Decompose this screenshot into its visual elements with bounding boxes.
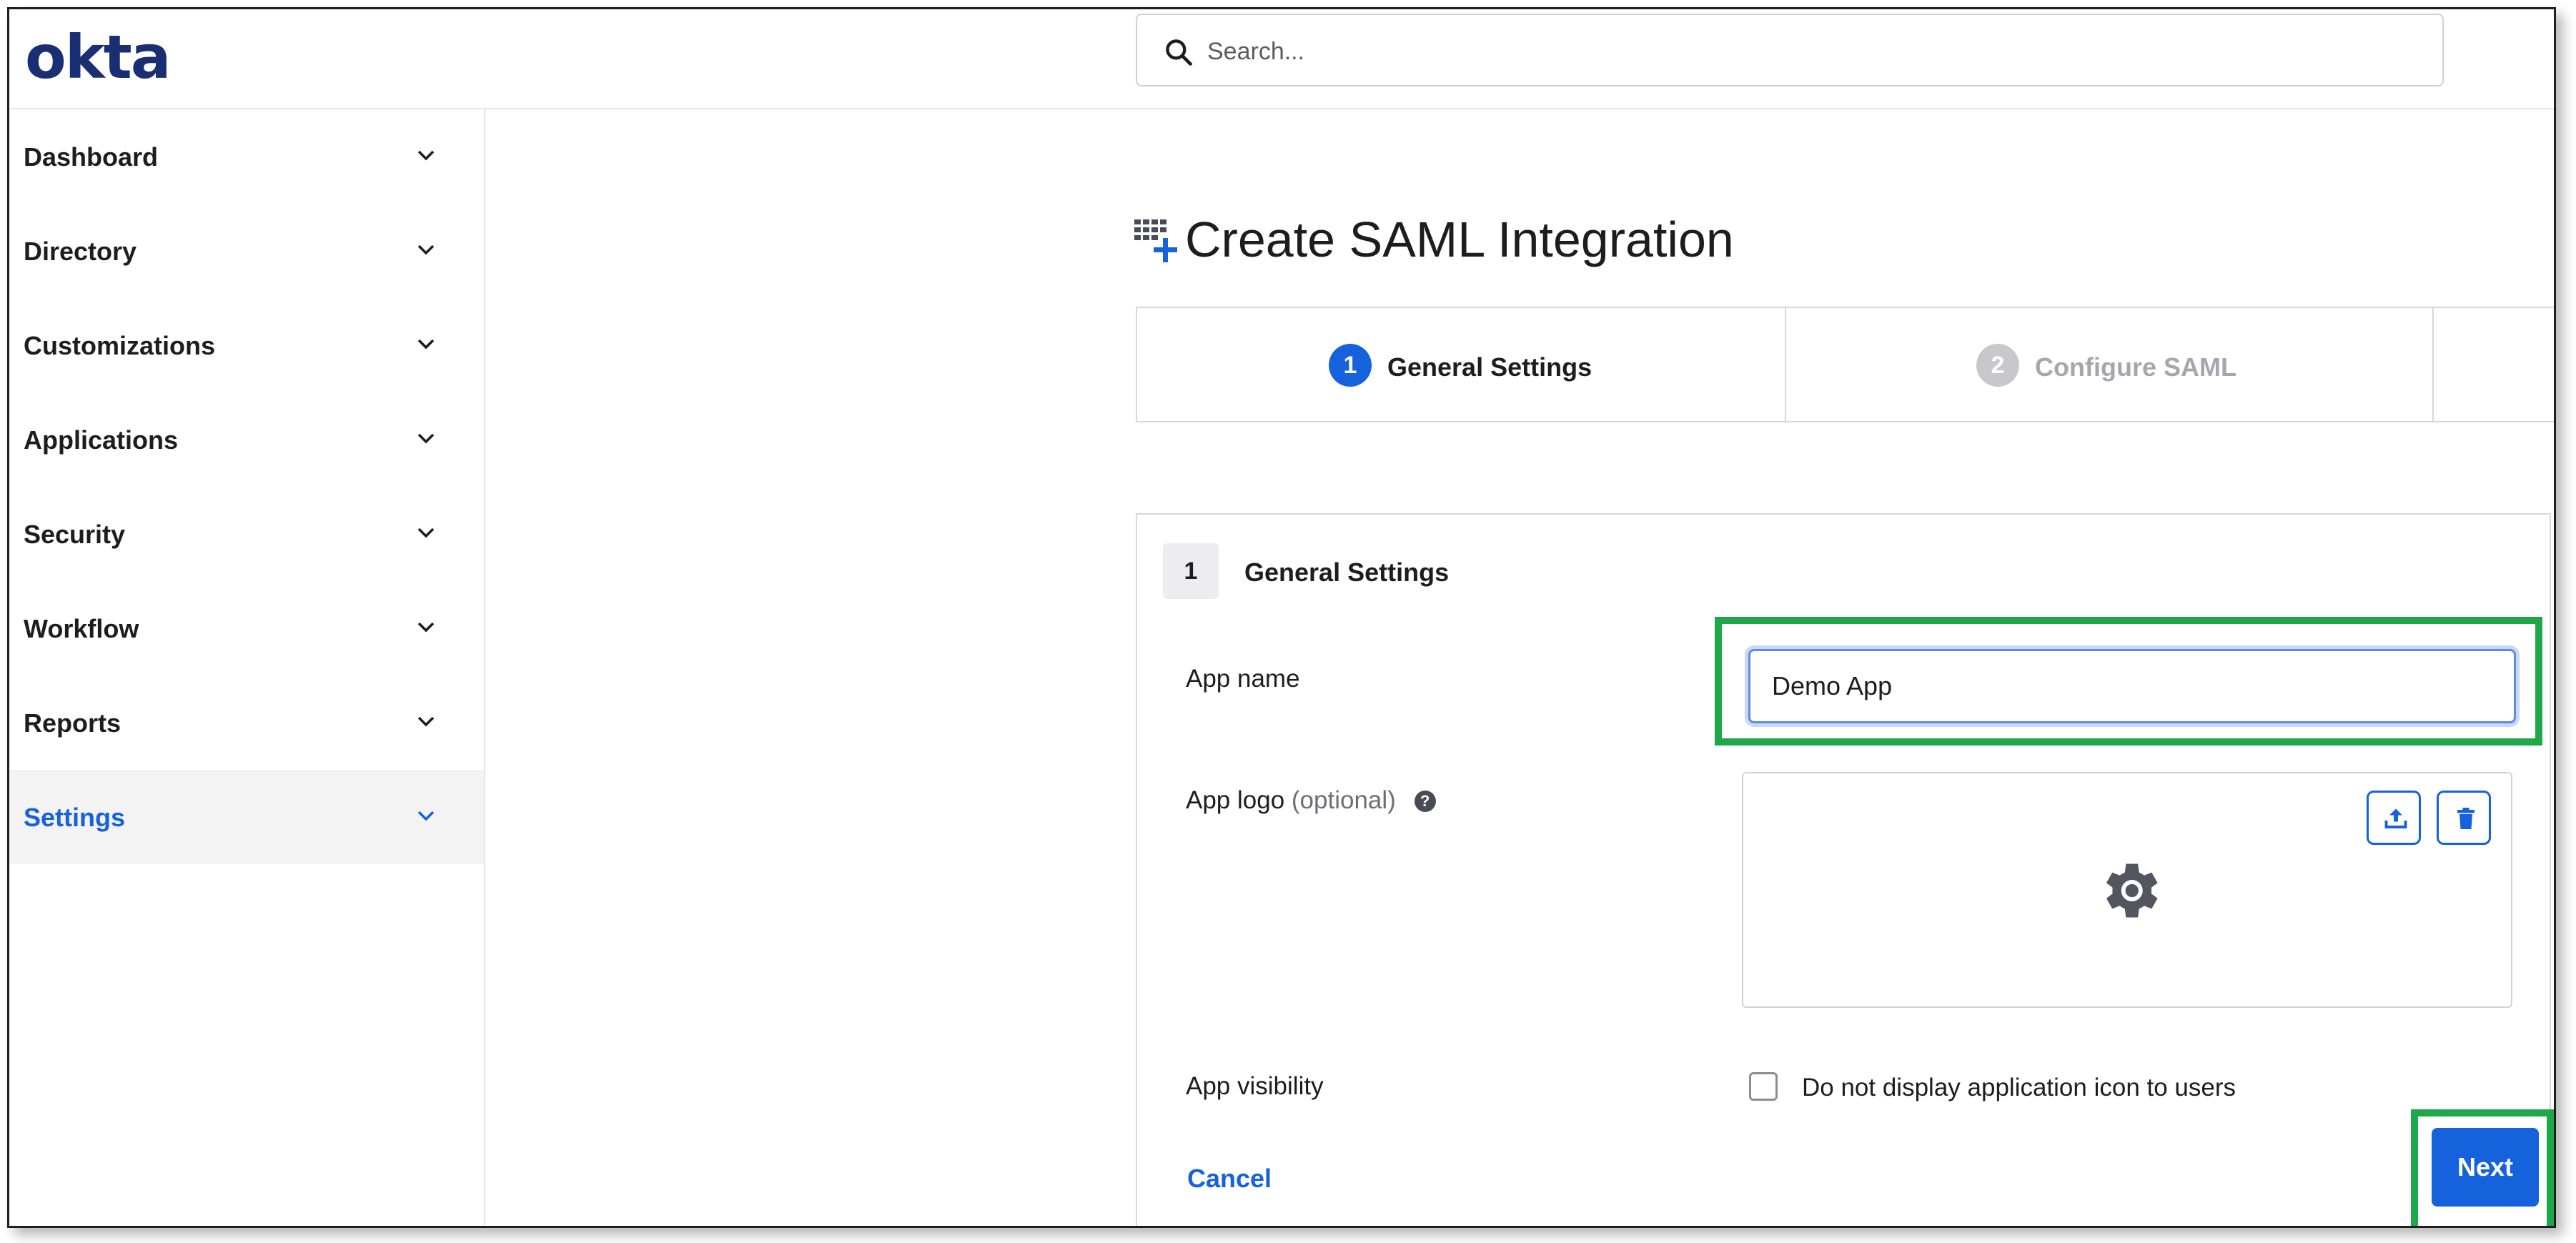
- sidebar-item-security[interactable]: Security: [9, 487, 484, 581]
- hide-app-icon-checkbox-label[interactable]: Do not display application icon to users: [1802, 1074, 2236, 1102]
- sidebar-item-directory[interactable]: Directory: [9, 204, 484, 298]
- delete-logo-button[interactable]: [2437, 791, 2491, 845]
- chevron-down-icon: [417, 244, 435, 255]
- sidebar-item-settings[interactable]: Settings: [9, 770, 484, 864]
- sidebar-item-label: Applications: [24, 425, 179, 455]
- sidebar-item-label: Security: [24, 520, 126, 549]
- sidebar-item-reports[interactable]: Reports: [9, 675, 484, 770]
- step-general-settings[interactable]: 1 General Settings: [1137, 308, 1785, 422]
- page-title: Create SAML Integration: [1185, 212, 1734, 267]
- section-number-badge: 1: [1163, 543, 1219, 599]
- section-title: General Settings: [1244, 558, 1450, 587]
- gear-icon: [2106, 863, 2158, 918]
- step-label: Configure SAML: [2035, 352, 2236, 382]
- hide-app-icon-checkbox[interactable]: [1749, 1072, 1778, 1101]
- sidebar-item-applications[interactable]: Applications: [9, 392, 484, 487]
- upload-logo-button[interactable]: [2367, 791, 2421, 845]
- upload-icon: [2384, 808, 2407, 828]
- step-configure-saml[interactable]: 2 Configure SAML: [1786, 308, 2434, 422]
- chevron-down-icon: [417, 622, 435, 633]
- search-box[interactable]: [1136, 14, 2444, 86]
- sidebar-item-customizations[interactable]: Customizations: [9, 298, 484, 392]
- sidebar-item-label: Dashboard: [24, 142, 159, 172]
- app-grid-add-icon: [1134, 219, 1177, 262]
- app-logo-label-text: App logo: [1186, 786, 1285, 814]
- sidebar-item-label: Reports: [24, 708, 122, 738]
- top-bar: okta: [9, 9, 2554, 109]
- app-visibility-label: App visibility: [1186, 1072, 1324, 1100]
- sidebar-item-label: Workflow: [24, 614, 139, 643]
- sidebar-item-workflow[interactable]: Workflow: [9, 581, 484, 675]
- next-button[interactable]: Next: [2432, 1128, 2539, 1207]
- step-number-badge: 2: [1976, 344, 2019, 387]
- sidebar-item-dashboard[interactable]: Dashboard: [9, 109, 484, 204]
- search-icon: [1166, 39, 1192, 66]
- optional-tag: (optional): [1291, 786, 1396, 814]
- help-icon[interactable]: ?: [1414, 791, 1436, 812]
- sidebar-item-label: Directory: [24, 237, 137, 266]
- step-number-badge: 1: [1329, 344, 1372, 387]
- trash-icon: [2457, 808, 2475, 829]
- chevron-down-icon: [417, 433, 435, 444]
- chevron-down-icon: [417, 339, 435, 350]
- cancel-link[interactable]: Cancel: [1187, 1164, 1272, 1194]
- chevron-down-icon: [417, 528, 435, 538]
- chevron-down-icon: [417, 150, 435, 161]
- app-logo-upload-area[interactable]: [1742, 772, 2512, 1008]
- step-divider: [2432, 308, 2434, 422]
- app-name-input[interactable]: [1748, 649, 2516, 723]
- chevron-down-icon: [417, 716, 435, 727]
- sidebar-item-label: Customizations: [24, 331, 216, 360]
- search-input[interactable]: [1206, 29, 2424, 74]
- chevron-down-icon: [417, 811, 435, 821]
- app-logo-label: App logo (optional) ?: [1186, 786, 1436, 815]
- wizard-stepper: 1 General Settings 2 Configure SAML: [1136, 307, 2554, 422]
- sidebar-item-label: Settings: [24, 803, 126, 832]
- app-name-label: App name: [1186, 665, 1300, 693]
- okta-logo[interactable]: okta: [25, 22, 171, 92]
- sidebar: Dashboard Directory Customizations Appli…: [9, 109, 485, 1226]
- general-settings-card: 1 General Settings App name App logo (op…: [1136, 513, 2554, 1226]
- app-window: okta Dashboard Directory Customizations …: [7, 7, 2556, 1228]
- step-label: General Settings: [1387, 352, 1592, 382]
